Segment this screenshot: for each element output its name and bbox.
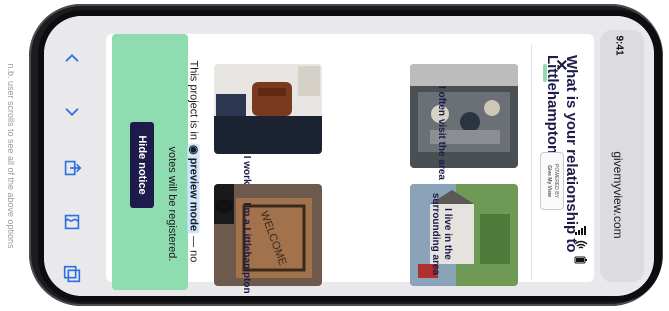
browser-toolbar bbox=[44, 16, 106, 296]
notice-line1: This project is in ◉ preview mode — no bbox=[187, 60, 200, 263]
divider bbox=[531, 44, 532, 280]
cafe-terrace-photo[interactable] bbox=[410, 64, 518, 168]
option-label: I often visit the area bbox=[436, 86, 447, 180]
welcome-mat-photo[interactable]: WELCOME bbox=[214, 184, 322, 286]
chevron-down-icon[interactable] bbox=[58, 98, 86, 126]
web-page: This project is in ◉ preview mode — no v… bbox=[106, 34, 594, 294]
powered-by-badge: POWERED BY Give My View bbox=[540, 152, 564, 210]
preview-mode-badge: ◉ preview mode bbox=[187, 143, 200, 234]
share-icon[interactable] bbox=[58, 154, 86, 182]
hide-notice-button[interactable]: Hide notice bbox=[130, 122, 154, 208]
notice-line2: votes will be registered. bbox=[166, 146, 178, 262]
url-text: givemyview.com bbox=[611, 151, 625, 239]
status-icons bbox=[572, 224, 590, 270]
signal-icon bbox=[575, 226, 586, 235]
battery-icon bbox=[574, 256, 587, 264]
chevron-up-icon[interactable] bbox=[58, 44, 86, 72]
side-note-text: n.b. user scrolls to see all of the abov… bbox=[6, 62, 16, 249]
status-time: 9:41 bbox=[613, 35, 625, 56]
preview-notice: This project is in ◉ preview mode — no v… bbox=[112, 34, 200, 290]
phone-screen: This project is in ◉ preview mode — no v… bbox=[44, 16, 654, 296]
side-note: n.b. user scrolls to see all of the abov… bbox=[4, 14, 18, 297]
tabs-icon[interactable] bbox=[58, 260, 86, 288]
wifi-icon bbox=[574, 240, 588, 249]
address-bar: givemyview.com 9:41 bbox=[596, 16, 654, 296]
commuter-bag-photo[interactable] bbox=[214, 64, 322, 154]
option-label: I live in the surrounding area bbox=[430, 192, 453, 276]
bookmarks-icon[interactable] bbox=[58, 208, 86, 236]
